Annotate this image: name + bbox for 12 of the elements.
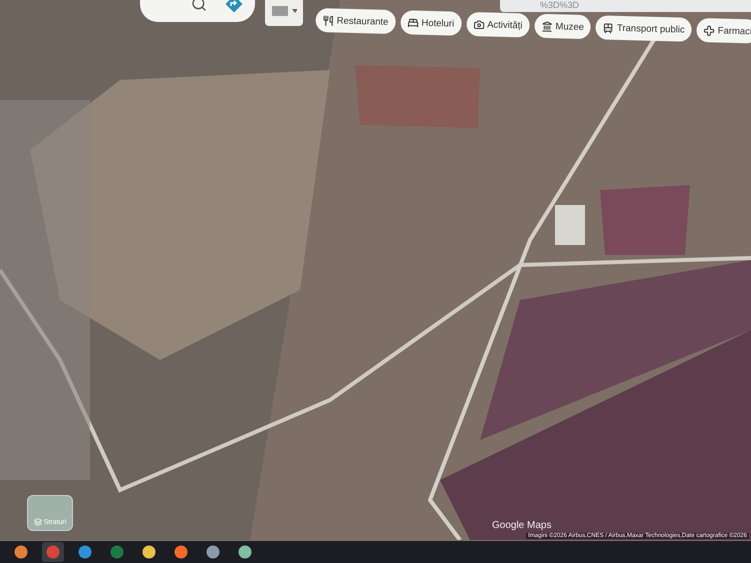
map-view-toggle[interactable] [265, 0, 303, 26]
museum-icon [541, 20, 553, 32]
cross-icon [704, 24, 715, 36]
bed-icon [407, 16, 419, 28]
fork-knife-icon [322, 14, 334, 26]
map-brand-label: Google Maps [492, 520, 552, 531]
search-icon[interactable] [191, 0, 207, 12]
caret-icon [292, 9, 297, 13]
camera-icon [473, 18, 484, 30]
layers-icon [34, 518, 42, 526]
tram-icon [602, 22, 614, 34]
map-thumbnail-icon [271, 5, 288, 17]
